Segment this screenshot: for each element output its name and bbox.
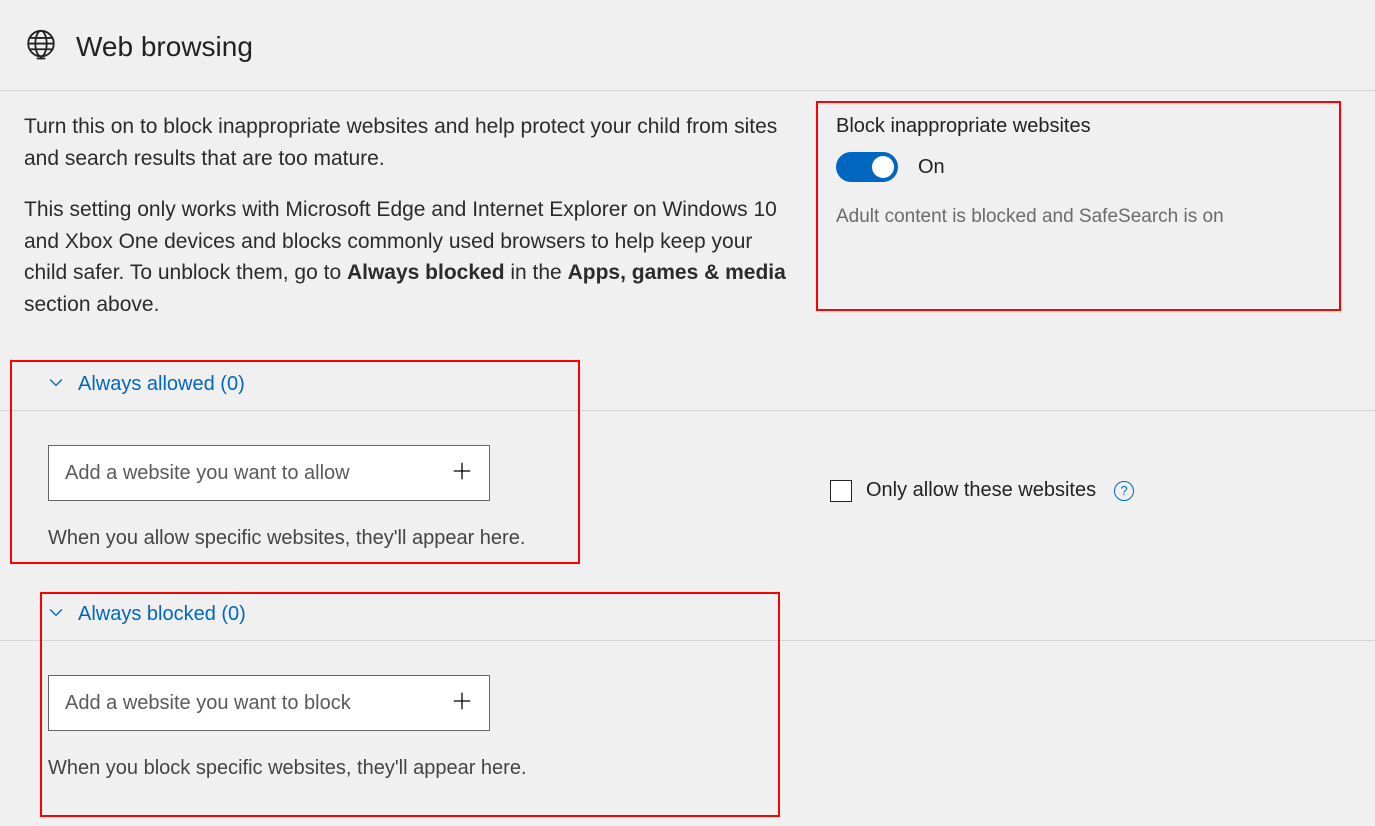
always-blocked-body: Add a website you want to block When you… xyxy=(0,641,1375,800)
always-blocked-left: Add a website you want to block When you… xyxy=(24,641,794,800)
blocked-helper-text: When you block specific websites, they'l… xyxy=(48,757,770,780)
allowed-helper-text: When you allow specific websites, they'l… xyxy=(48,527,770,550)
always-blocked-section: Always blocked (0) Add a website you wan… xyxy=(0,590,1375,800)
description-p1: Turn this on to block inappropriate webs… xyxy=(24,111,794,174)
plus-icon xyxy=(451,690,473,716)
description-p2-mid: in the xyxy=(505,261,568,284)
description-column: Turn this on to block inappropriate webs… xyxy=(24,111,794,340)
help-icon[interactable]: ? xyxy=(1114,481,1134,501)
add-allowed-website-input[interactable]: Add a website you want to allow xyxy=(48,445,490,501)
allowed-placeholder: Add a website you want to allow xyxy=(65,462,350,485)
always-allowed-left: Add a website you want to allow When you… xyxy=(24,411,794,570)
always-allowed-section: Always allowed (0) Add a website you wan… xyxy=(0,360,1375,570)
only-allow-label: Only allow these websites xyxy=(866,479,1096,502)
only-allow-checkbox[interactable] xyxy=(830,480,852,502)
description-p2: This setting only works with Microsoft E… xyxy=(24,194,794,320)
always-allowed-body: Add a website you want to allow When you… xyxy=(0,411,1375,570)
add-blocked-website-input[interactable]: Add a website you want to block xyxy=(48,675,490,731)
always-allowed-label: Always allowed (0) xyxy=(78,373,245,396)
always-blocked-header[interactable]: Always blocked (0) xyxy=(0,590,1375,641)
toggle-column: Block inappropriate websites On Adult co… xyxy=(834,111,1351,340)
globe-icon xyxy=(24,28,58,66)
description-p2-bold2: Apps, games & media xyxy=(568,261,786,284)
web-browsing-panel: Web browsing Turn this on to block inapp… xyxy=(0,0,1375,800)
block-websites-toggle[interactable] xyxy=(836,152,898,182)
toggle-knob xyxy=(872,156,894,178)
toggle-row: On xyxy=(836,152,1321,182)
blocked-placeholder: Add a website you want to block xyxy=(65,692,351,715)
blocked-right-empty xyxy=(794,641,1351,800)
chevron-down-icon xyxy=(46,372,66,396)
main-row: Turn this on to block inappropriate webs… xyxy=(0,91,1375,340)
always-blocked-label: Always blocked (0) xyxy=(78,603,246,626)
description-p2-post: section above. xyxy=(24,293,159,316)
block-websites-card: Block inappropriate websites On Adult co… xyxy=(816,101,1341,311)
always-allowed-header[interactable]: Always allowed (0) xyxy=(0,360,1375,411)
panel-title: Web browsing xyxy=(76,31,253,63)
plus-icon xyxy=(451,460,473,486)
toggle-subtext: Adult content is blocked and SafeSearch … xyxy=(836,206,1321,228)
description-p2-bold1: Always blocked xyxy=(347,261,505,284)
chevron-down-icon xyxy=(46,602,66,626)
only-allow-row: Only allow these websites ? xyxy=(794,411,1351,570)
panel-header: Web browsing xyxy=(0,0,1375,91)
toggle-card-title: Block inappropriate websites xyxy=(836,115,1321,138)
toggle-state-label: On xyxy=(918,156,945,179)
